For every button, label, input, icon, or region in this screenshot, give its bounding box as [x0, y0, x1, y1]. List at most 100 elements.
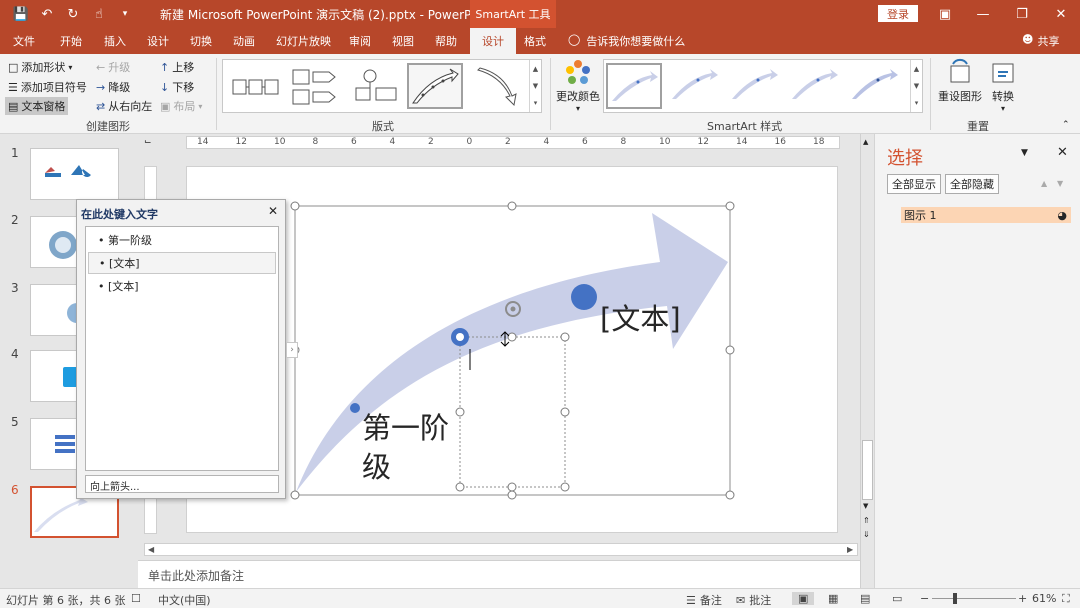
notes-field[interactable]: 单击此处添加备注: [138, 560, 860, 588]
tab-smartart-format[interactable]: 格式: [524, 33, 546, 49]
move-down-button[interactable]: ↓ 下移: [160, 79, 194, 95]
layout-option-1[interactable]: [226, 63, 282, 109]
restore-icon[interactable]: ❐: [1003, 0, 1041, 28]
close-icon[interactable]: ✕: [1057, 145, 1068, 160]
add-bullet-button[interactable]: ☰ 添加项目符号: [8, 79, 87, 95]
scrollbar-thumb[interactable]: [862, 440, 873, 500]
scroll-left-icon[interactable]: ◀: [148, 545, 154, 554]
show-all-button[interactable]: 全部显示: [887, 174, 941, 194]
language-indicator[interactable]: 中文(中国): [158, 592, 211, 608]
right-to-left-button[interactable]: ⇄ 从右向左: [96, 98, 152, 114]
zoom-in-icon[interactable]: +: [1018, 592, 1027, 605]
slide-thumbnail-1[interactable]: [30, 148, 119, 200]
horizontal-ruler[interactable]: 14 12 10 8 6 4 2 0 2 4 6 8 10 12 14 16 18: [186, 136, 840, 149]
scroll-up-icon[interactable]: ▲: [914, 65, 919, 73]
pane-options-icon[interactable]: ▼: [1021, 148, 1028, 158]
layout-option-5[interactable]: [469, 63, 525, 109]
smartart-stage-text[interactable]: 第一阶: [362, 405, 449, 447]
style-option-3[interactable]: [728, 63, 784, 109]
add-shape-button[interactable]: □ 添加形状 ▾: [8, 59, 72, 75]
tab-smartart-design[interactable]: 设计: [470, 28, 516, 54]
layout-option-upward-arrow[interactable]: [407, 63, 463, 109]
smartart-text-placeholder[interactable]: [文本]: [600, 296, 681, 338]
minimize-icon[interactable]: —: [964, 0, 1002, 28]
customize-qat-icon[interactable]: ▾: [114, 4, 136, 24]
tab-review[interactable]: 审阅: [349, 33, 371, 49]
move-up-button[interactable]: ↑ 上移: [160, 59, 194, 75]
undo-icon[interactable]: ↶: [36, 4, 58, 24]
reset-graphic-button[interactable]: 重设图形: [938, 58, 982, 104]
hide-all-button[interactable]: 全部隐藏: [945, 174, 999, 194]
tab-file[interactable]: 文件: [13, 33, 35, 49]
scroll-up-icon[interactable]: ▲: [863, 138, 868, 146]
style-option-4[interactable]: [788, 63, 844, 109]
zoom-slider-thumb[interactable]: [953, 593, 957, 604]
demote-button[interactable]: → 降级: [96, 79, 130, 95]
vertical-scrollbar[interactable]: ▲ ▼ ⇑ ⇓: [860, 134, 874, 560]
scroll-up-icon[interactable]: ▲: [533, 65, 538, 73]
tab-help[interactable]: 帮助: [435, 33, 457, 49]
style-option-2[interactable]: [668, 63, 724, 109]
normal-view-icon[interactable]: ▣: [792, 592, 815, 605]
share-button[interactable]: ☻ 共享: [1022, 33, 1059, 49]
text-pane-button[interactable]: ▤ 文本窗格: [5, 97, 69, 115]
fit-to-window-icon[interactable]: ⛶: [1062, 592, 1070, 606]
tab-view[interactable]: 视图: [392, 33, 414, 49]
style-option-1[interactable]: [606, 63, 662, 109]
next-slide-icon[interactable]: ⇓: [863, 530, 870, 539]
tab-stop-selector[interactable]: ⌙: [144, 137, 152, 147]
horizontal-scrollbar[interactable]: ◀ ▶: [144, 543, 858, 556]
close-window-icon[interactable]: ✕: [1042, 0, 1080, 28]
zoom-out-icon[interactable]: −: [920, 592, 929, 605]
zoom-slider-track[interactable]: [932, 598, 1016, 599]
layout-button[interactable]: ▣ 布局 ▾: [160, 98, 202, 114]
scroll-down-icon[interactable]: ▼: [914, 82, 919, 90]
scroll-down-icon[interactable]: ▼: [863, 502, 868, 510]
gallery-more-icon[interactable]: ▾: [534, 99, 538, 107]
notes-toggle-button[interactable]: ☰ 备注: [686, 592, 722, 608]
text-pane-toggle-icon[interactable]: ›: [286, 342, 298, 358]
layouts-gallery-scroll[interactable]: ▲ ▼ ▾: [529, 60, 541, 112]
layout-option-2[interactable]: [286, 63, 342, 109]
list-item[interactable]: [文本]: [88, 252, 276, 274]
layout-description-link[interactable]: 向上箭头...: [85, 475, 279, 493]
gallery-more-icon[interactable]: ▾: [915, 99, 919, 107]
change-colors-button[interactable]: 更改颜色 ▾: [556, 58, 600, 113]
tell-me-box[interactable]: ◯ 告诉我你想要做什么: [568, 33, 685, 49]
tab-animations[interactable]: 动画: [233, 33, 255, 49]
tab-insert[interactable]: 插入: [104, 33, 126, 49]
scroll-right-icon[interactable]: ▶: [847, 545, 853, 554]
notes-scrollbar[interactable]: [860, 560, 874, 588]
slideshow-icon[interactable]: ▭: [892, 592, 902, 605]
login-button[interactable]: 登录: [878, 5, 918, 22]
styles-gallery-scroll[interactable]: ▲ ▼ ▾: [910, 60, 922, 112]
convert-button[interactable]: 转换 ▾: [988, 58, 1018, 113]
zoom-level[interactable]: 61%: [1032, 592, 1056, 605]
promote-button[interactable]: ← 升级: [96, 59, 130, 75]
tab-design[interactable]: 设计: [147, 33, 169, 49]
tab-slideshow[interactable]: 幻灯片放映: [276, 33, 331, 49]
tab-home[interactable]: 开始: [60, 33, 82, 49]
redo-icon[interactable]: ↻: [62, 4, 84, 24]
previous-slide-icon[interactable]: ⇑: [863, 516, 870, 525]
touch-mode-icon[interactable]: ☝: [88, 4, 110, 24]
smartart-stage-text-line2[interactable]: 级: [362, 444, 391, 486]
text-pane-list[interactable]: 第一阶级 [文本] [文本]: [85, 226, 279, 471]
layout-option-3[interactable]: [347, 63, 403, 109]
save-icon[interactable]: 💾: [10, 4, 32, 24]
selection-item[interactable]: 图示 1 ◕: [901, 207, 1071, 223]
scroll-down-icon[interactable]: ▼: [533, 82, 538, 90]
list-item[interactable]: 第一阶级: [88, 229, 276, 251]
slide-sorter-icon[interactable]: ▦: [828, 592, 838, 605]
tab-transitions[interactable]: 切换: [190, 33, 212, 49]
send-backward-icon[interactable]: ▼: [1057, 179, 1063, 188]
ribbon-display-icon[interactable]: ▣: [926, 0, 964, 28]
comments-toggle-button[interactable]: ✉ 批注: [736, 592, 771, 608]
style-option-5[interactable]: [848, 63, 904, 109]
close-icon[interactable]: ✕: [268, 204, 278, 218]
eye-icon[interactable]: ◕: [1057, 209, 1067, 222]
spellcheck-icon[interactable]: ☐: [131, 592, 141, 605]
reading-view-icon[interactable]: ▤: [860, 592, 870, 605]
bring-forward-icon[interactable]: ▲: [1041, 179, 1047, 188]
collapse-ribbon-icon[interactable]: ⌃: [1062, 120, 1070, 130]
